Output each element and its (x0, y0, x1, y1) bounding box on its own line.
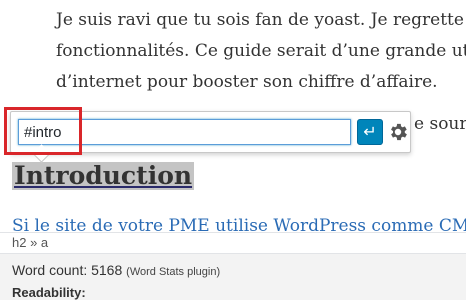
apply-link-button[interactable]: ↵ (357, 119, 383, 145)
post-info-panel: Word count: 5168 (Word Stats plugin) Rea… (0, 254, 466, 300)
paragraph-line-4-fragment: e sourc (414, 114, 466, 134)
gear-icon (391, 123, 407, 141)
word-count-label: Word count: 5168 (12, 262, 123, 278)
heading-introduction[interactable]: Introduction (12, 162, 195, 190)
link-options-button[interactable] (385, 119, 411, 145)
word-count-note: (Word Stats plugin) (126, 266, 221, 278)
editor-content[interactable]: Je suis ravi que tu sois fan de yoast. J… (0, 0, 466, 232)
readability-label: Readability: (12, 285, 86, 300)
popover-arrow (32, 144, 51, 163)
paragraph-line-1: Je suis ravi que tu sois fan de yoast. J… (56, 10, 466, 30)
element-path[interactable]: h2 » a (12, 235, 48, 250)
paragraph-line-3: d’internet pour booster son chiffre d’af… (56, 72, 438, 92)
enter-arrow-icon: ↵ (363, 122, 377, 141)
word-count: Word count: 5168 (Word Stats plugin) (12, 262, 220, 278)
link-edit-popover: ↵ (10, 111, 411, 163)
link-paragraph[interactable]: Si le site de votre PME utilise WordPres… (12, 216, 466, 232)
element-path-statusbar: h2 » a (0, 232, 466, 254)
paragraph-line-2: fonctionnalités. Ce guide serait d’une g… (56, 41, 466, 61)
link-url-input[interactable] (18, 119, 351, 145)
